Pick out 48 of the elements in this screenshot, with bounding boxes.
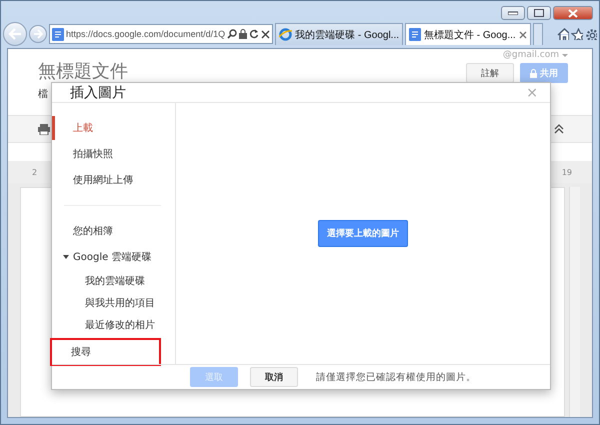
browser-logo-icon: [279, 28, 292, 41]
browser-tab[interactable]: 我的雲端硬碟 - Googl...: [275, 23, 403, 45]
sidebar-item[interactable]: 拍攝快照: [52, 142, 175, 166]
sidebar-item[interactable]: 使用網址上傳: [52, 168, 175, 192]
minimize-button[interactable]: [501, 6, 525, 20]
tab-title: 我的雲端硬碟 - Googl...: [295, 28, 399, 42]
document-icon: [52, 28, 64, 40]
tab-title: 無標題文件 - Goog...: [424, 28, 516, 42]
sidebar-item[interactable]: 搜尋: [52, 340, 159, 364]
maximize-icon: [534, 9, 544, 17]
scrollbar[interactable]: [569, 187, 580, 417]
sidebar-item[interactable]: Google 雲端硬碟: [52, 245, 175, 270]
maximize-button[interactable]: [527, 6, 551, 20]
minimize-icon: [508, 11, 518, 15]
browser-tab[interactable]: 無標題文件 - Goog...: [405, 23, 531, 45]
dialog-title: 插入圖片: [70, 84, 126, 102]
ruler-number: 2: [32, 168, 38, 176]
document-icon: [409, 28, 421, 41]
lock-icon: [530, 68, 537, 78]
ruler-number: 19: [562, 168, 572, 176]
sidebar-item[interactable]: 最近修改的相片: [52, 315, 175, 336]
close-button[interactable]: [553, 6, 593, 20]
usage-note: 請僅選擇您已確認有權使用的圖片。: [316, 370, 476, 384]
close-icon: [568, 8, 578, 18]
caret-down-icon[interactable]: [63, 254, 69, 260]
home-icon[interactable]: [557, 28, 569, 40]
back-arrow-icon: [8, 28, 22, 40]
comments-button[interactable]: 註解: [466, 63, 514, 83]
close-icon[interactable]: [518, 30, 527, 38]
search-icon[interactable]: [227, 29, 238, 39]
close-icon[interactable]: [261, 30, 270, 38]
back-button[interactable]: [3, 22, 27, 46]
print-icon[interactable]: [38, 124, 50, 134]
forward-arrow-icon: [33, 29, 43, 39]
settings-icon[interactable]: [585, 28, 597, 40]
address-url: https://docs.google.com/document/d/1Q: [66, 29, 226, 39]
address-bar[interactable]: https://docs.google.com/document/d/1Q: [49, 24, 274, 44]
star-icon[interactable]: [571, 28, 583, 40]
document-title[interactable]: 無標題文件: [38, 59, 128, 83]
cancel-button[interactable]: 取消: [250, 367, 298, 388]
sidebar-item[interactable]: 上載: [52, 116, 175, 140]
sidebar-item[interactable]: 我的雲端硬碟: [52, 271, 175, 292]
sidebar-item[interactable]: 您的相簿: [52, 219, 175, 244]
forward-button[interactable]: [29, 25, 47, 43]
lock-icon: [239, 29, 248, 39]
refresh-icon[interactable]: [249, 29, 260, 39]
sidebar-item[interactable]: 與我共用的項目: [52, 293, 175, 314]
collapse-icon[interactable]: [554, 124, 564, 134]
